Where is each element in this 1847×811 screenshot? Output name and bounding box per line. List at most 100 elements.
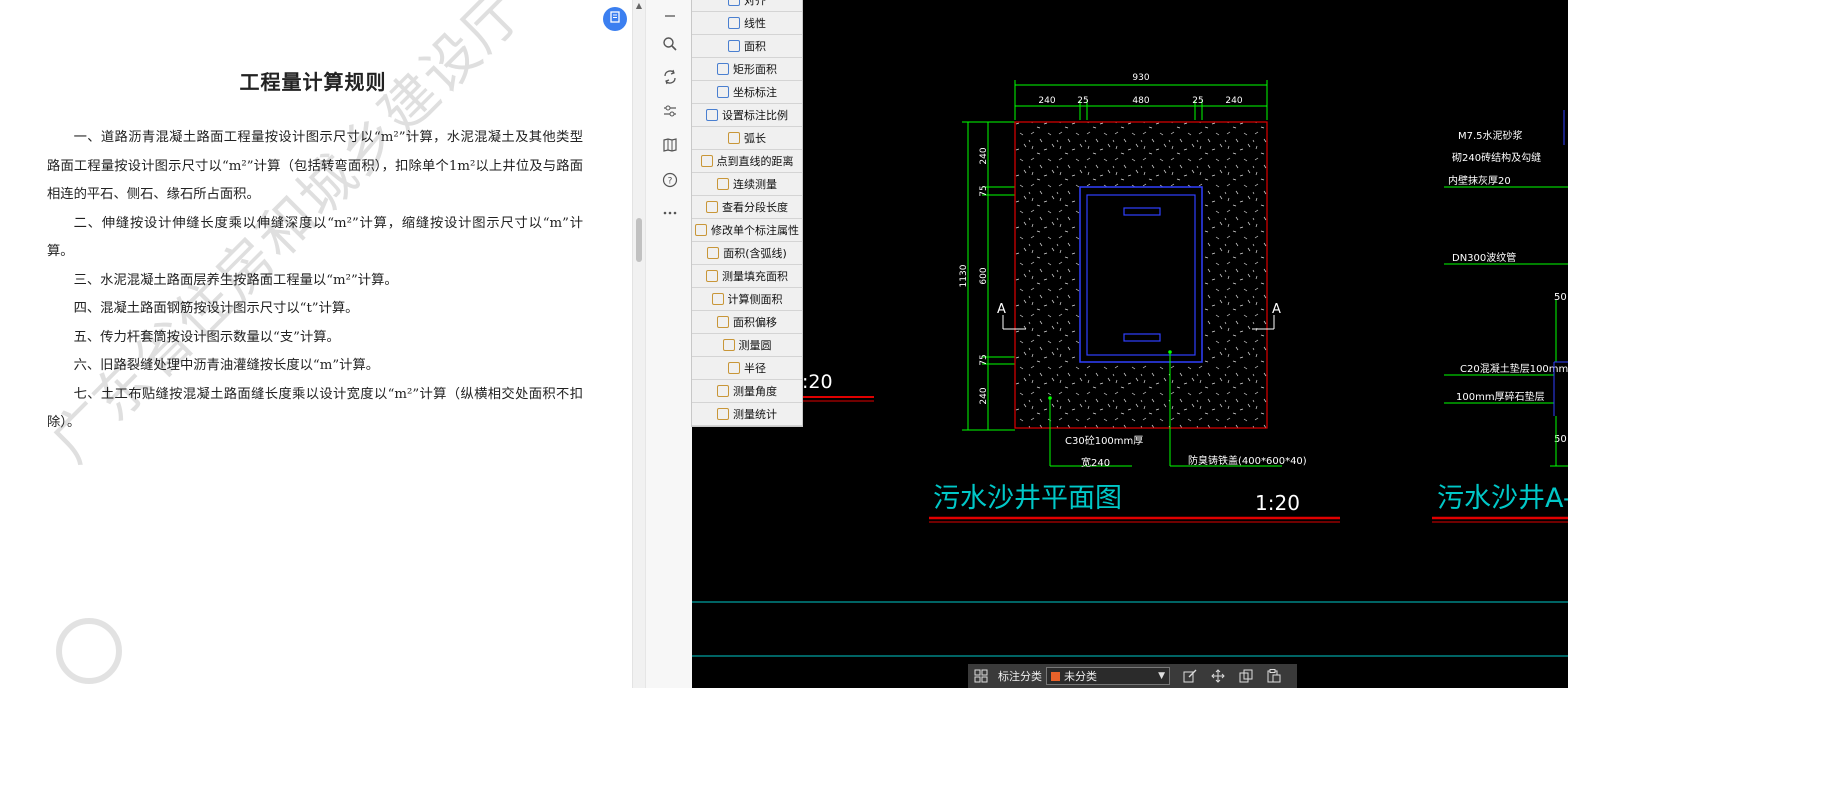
label-plaster: 内壁抹灰厚20 xyxy=(1448,174,1511,187)
dim-240-top-right: 240 xyxy=(1225,96,1242,106)
label-brick: 砌240砖结构及勾缝 xyxy=(1452,151,1541,164)
menu-item-arc-length[interactable]: 弧长 xyxy=(692,127,802,150)
menu-item-statistics[interactable]: 测量统计 xyxy=(692,403,802,426)
menu-item-angle[interactable]: 测量角度 xyxy=(692,380,802,403)
paragraph: 三、水泥混凝土路面层养生按路面工程量以“m²”计算。 xyxy=(73,272,398,288)
document-icon xyxy=(610,11,620,23)
arc-icon xyxy=(728,132,740,144)
dim-25-top-left: 25 xyxy=(1077,96,1088,106)
menu-item-area-arc[interactable]: 面积(含弧线) xyxy=(692,242,802,265)
paragraph: 一、道路沥青混凝土路面工程量按设计图示尺寸以“m²”计算，水泥混凝土及其他类型路… xyxy=(47,130,583,202)
paragraph: 五、传力杆套筒按设计图示数量以“支”计算。 xyxy=(73,329,340,345)
svg-text:?: ? xyxy=(667,177,672,187)
dim-240-left-bottom: 240 xyxy=(979,387,989,404)
edit-icon[interactable] xyxy=(1176,664,1204,688)
page-title: 工程量计算规则 xyxy=(239,70,387,94)
measure-menu: 对齐 线性 面积 矩形面积 坐标标注 设置标注比例 弧长 点到直线的距离 连续测… xyxy=(691,0,803,427)
watermark-logo xyxy=(56,618,122,684)
scroll-thumb[interactable] xyxy=(636,218,642,262)
more-icon[interactable] xyxy=(646,199,693,227)
dim-75-left-bottom: 75 xyxy=(979,354,989,365)
menu-item-fill-area[interactable]: 测量填充面积 xyxy=(692,265,802,288)
settings-sliders-icon[interactable] xyxy=(646,97,693,125)
align-icon xyxy=(728,0,740,6)
circle-icon xyxy=(722,339,735,351)
paragraph: 六、旧路裂缝处理中沥青油灌缝按长度以“m”计算。 xyxy=(73,358,380,373)
menu-item-area-offset[interactable]: 面积偏移 xyxy=(692,311,802,334)
menu-item-linear[interactable]: 线性 xyxy=(692,12,802,35)
category-color-swatch xyxy=(1051,671,1060,681)
label-cover: 防臭铸铁盖(400*600*40) xyxy=(1188,454,1307,467)
floating-action-button[interactable] xyxy=(603,7,627,31)
paragraph: 七、土工布贴缝按混凝土路面缝长度乘以设计宽度以“m²”计算（纵横相交处面积不扣除… xyxy=(47,386,583,431)
map-book-icon[interactable] xyxy=(646,131,693,159)
document-body: 一、道路沥青混凝土路面工程量按设计图示尺寸以“m²”计算，水泥混凝土及其他类型路… xyxy=(47,124,583,438)
fill-area-icon xyxy=(706,270,718,282)
label-gravel: 100mm厚碎石垫层 xyxy=(1456,390,1545,403)
paragraph: 二、伸缝按设计伸缝长度乘以伸缝深度以“m²”计算，缩缝按设计图示尺寸以“m”计算… xyxy=(47,215,583,260)
menu-item-rect-area[interactable]: 矩形面积 xyxy=(692,58,802,81)
menu-item-align[interactable]: 对齐 xyxy=(692,0,802,12)
search-icon[interactable] xyxy=(646,30,693,58)
copy-icon[interactable] xyxy=(1232,664,1260,688)
dim-1130: 1130 xyxy=(959,264,969,287)
paste-icon[interactable] xyxy=(1260,664,1288,688)
left-scale-label: :20 xyxy=(802,371,833,393)
continuous-icon xyxy=(717,178,729,190)
dim-480-top: 480 xyxy=(1132,96,1149,106)
dim-25-top-right: 25 xyxy=(1192,96,1203,106)
menu-item-continuous[interactable]: 连续测量 xyxy=(692,173,802,196)
section-mark-a-left: A xyxy=(997,302,1006,317)
linear-icon xyxy=(728,17,740,29)
help-icon[interactable]: ? xyxy=(646,166,693,194)
menu-item-area[interactable]: 面积 xyxy=(692,35,802,58)
radius-icon xyxy=(728,362,740,374)
side-area-icon xyxy=(711,293,724,305)
cad-canvas[interactable]: :20 930 240 25 480 25 240 240 75 600 75 … xyxy=(692,0,1568,688)
label-c30: C30砼100mm厚 xyxy=(1065,434,1143,447)
angle-icon xyxy=(717,385,729,397)
menu-item-circle[interactable]: 测量圆 xyxy=(692,334,802,357)
grid-icon[interactable] xyxy=(968,664,994,688)
scale-icon xyxy=(706,109,718,121)
menu-item-side-area[interactable]: 计算侧面积 xyxy=(692,288,802,311)
move-icon[interactable] xyxy=(1204,664,1232,688)
annotation-category-select[interactable]: 未分类 ▼ xyxy=(1046,667,1170,685)
vertical-scrollbar[interactable]: ▲ xyxy=(632,0,645,688)
label-m75: M7.5水泥砂浆 xyxy=(1458,129,1523,142)
dim-930: 930 xyxy=(1132,73,1149,83)
area-arc-icon xyxy=(707,247,720,259)
menu-item-edit-annotation[interactable]: 修改单个标注属性 xyxy=(692,219,802,242)
section-title: 污水沙井A- xyxy=(1437,483,1568,514)
menu-item-radius[interactable]: 半径 xyxy=(692,357,802,380)
plan-scale: 1:20 xyxy=(1255,491,1300,515)
statistics-icon xyxy=(717,408,729,420)
rotate-icon[interactable] xyxy=(646,63,693,91)
manhole-opening xyxy=(1086,194,1196,356)
annotation-category-label: 标注分类 xyxy=(998,670,1042,683)
menu-item-set-scale[interactable]: 设置标注比例 xyxy=(692,104,802,127)
area-offset-icon xyxy=(717,316,729,328)
category-selected-value: 未分类 xyxy=(1064,670,1097,683)
menu-item-coordinate[interactable]: 坐标标注 xyxy=(692,81,802,104)
document-pane: 广东省住房和城乡建设厅 工程量计算规则 一、道路沥青混凝土路面工程量按设计图示尺… xyxy=(0,0,632,688)
point-line-icon xyxy=(700,155,713,167)
minus-icon[interactable] xyxy=(646,2,693,30)
annotation-toolbar: 标注分类 未分类 ▼ xyxy=(968,664,1297,688)
edit-annotation-icon xyxy=(695,224,707,236)
label-c20: C20混凝土垫层100mm xyxy=(1460,362,1568,375)
dim-240-left-top: 240 xyxy=(979,147,989,164)
rect-area-icon xyxy=(717,63,729,75)
menu-item-segment-length[interactable]: 查看分段长度 xyxy=(692,196,802,219)
scroll-up-arrow[interactable]: ▲ xyxy=(633,0,645,12)
paragraph: 四、混凝土路面钢筋按设计图示尺寸以“t”计算。 xyxy=(73,301,359,316)
area-icon xyxy=(728,40,740,52)
dim-600-left: 600 xyxy=(979,267,989,284)
section-mark-a-right: A xyxy=(1272,302,1281,317)
chevron-down-icon: ▼ xyxy=(1158,671,1165,681)
menu-item-point-line[interactable]: 点到直线的距离 xyxy=(692,150,802,173)
tool-column: ? xyxy=(645,0,693,688)
segment-icon xyxy=(706,201,718,213)
dim-240-top-left: 240 xyxy=(1038,96,1055,106)
label-dn300: DN300波纹管 xyxy=(1452,251,1516,264)
